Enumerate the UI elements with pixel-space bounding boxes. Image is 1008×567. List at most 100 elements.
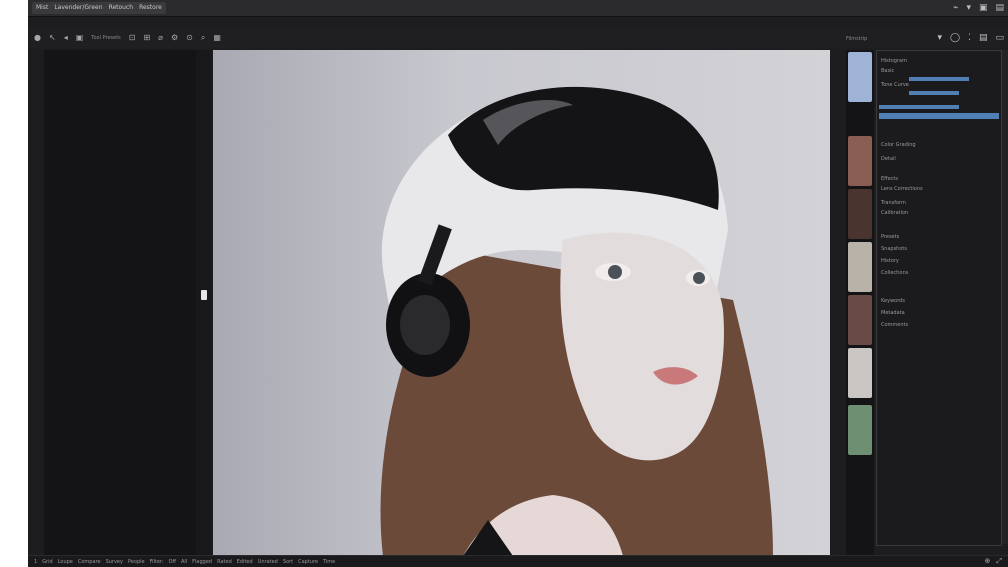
status-item[interactable]: Capture	[298, 557, 318, 567]
panel-row[interactable]: Calibration	[877, 209, 999, 217]
status-item[interactable]: People	[128, 557, 145, 567]
settings-icon[interactable]: ⚙	[171, 31, 178, 45]
status-item[interactable]: Compare	[78, 557, 101, 567]
left-iris	[608, 265, 622, 279]
panel-row[interactable]: History	[877, 257, 999, 265]
layer-icon[interactable]: ▦	[213, 31, 221, 45]
plugin-icon[interactable]: ⌁	[953, 2, 958, 14]
tool-list: ● ↖ ◂ ▣ Tool Presets ⊡ ⊞ ⌀ ⚙ ⊙ ⌕ ▦	[34, 31, 221, 45]
portrait-thumbnail[interactable]	[848, 242, 872, 292]
menu-item[interactable]: Retouch	[109, 2, 134, 14]
develop-panel: Histogram Basic Tone Curve Color Grading…	[876, 50, 1002, 546]
status-item[interactable]: Off	[169, 557, 176, 567]
window-icon[interactable]: ▣	[979, 2, 988, 14]
landscape-thumbnail[interactable]	[848, 405, 872, 455]
zoom-icon[interactable]: ⊕	[985, 556, 991, 567]
splitter-handle[interactable]	[201, 290, 207, 300]
slider-fill[interactable]	[909, 91, 959, 95]
status-item[interactable]: All	[181, 557, 187, 567]
panel-row-label: Tone Curve	[881, 82, 909, 88]
panel-row-label: Transform	[881, 200, 906, 206]
status-item[interactable]: Time	[323, 557, 335, 567]
panel-row[interactable]: Basic	[877, 67, 999, 75]
portrait-thumbnail[interactable]	[848, 295, 872, 345]
circle-icon[interactable]: ◯	[950, 31, 960, 45]
status-item[interactable]: 1	[34, 557, 37, 567]
layout-icon[interactable]: ▤	[979, 31, 988, 45]
brush-icon[interactable]: ↖	[49, 31, 56, 45]
menu-item[interactable]: Lavender/Green	[54, 2, 102, 14]
portrait-thumbnail[interactable]	[848, 348, 872, 398]
filter-icon[interactable]: ⊙	[186, 31, 193, 45]
status-item[interactable]: Rated	[217, 557, 232, 567]
status-right: ⊕ ⤢	[985, 556, 1002, 567]
selection-icon[interactable]: ◂	[64, 31, 68, 45]
minimize-icon[interactable]: ▾	[966, 2, 971, 14]
status-item[interactable]: Unrated	[258, 557, 278, 567]
filmstrip-label: Filmstrip	[846, 36, 868, 42]
status-item[interactable]: Survey	[106, 557, 123, 567]
status-items: 1 Grid Loupe Compare Survey People Filte…	[34, 557, 335, 567]
status-item[interactable]: Sort	[283, 557, 293, 567]
panel-row[interactable]: Tone Curve	[877, 81, 999, 89]
portrait-thumbnail[interactable]	[848, 52, 872, 102]
panel-row[interactable]: Transform	[877, 199, 999, 207]
panel-row-label: Color Grading	[881, 142, 916, 148]
vertical-scrollbar[interactable]	[1002, 50, 1008, 544]
panel-row[interactable]: Comments	[877, 321, 999, 329]
panel-row[interactable]: Lens Corrections	[877, 185, 999, 193]
panel-splitter[interactable]	[196, 50, 212, 555]
window-controls: ⌁ ▾ ▣ ▤	[953, 2, 1004, 14]
close-icon[interactable]: ▤	[995, 2, 1004, 14]
tool-presets-label[interactable]: Tool Presets	[91, 31, 121, 45]
photo-editor-window: Mist Lavender/Green Retouch Restore ⌁ ▾ …	[28, 0, 1008, 567]
panel-row-label: Basic	[881, 68, 895, 74]
right-iris	[693, 272, 705, 284]
panel-row[interactable]: Snapshots	[877, 245, 999, 253]
panel-row-label: History	[881, 258, 899, 264]
status-item[interactable]: Grid	[42, 557, 53, 567]
panel-row-label: Presets	[881, 234, 900, 240]
image-canvas[interactable]	[213, 50, 830, 556]
panel-row-label: Histogram	[881, 58, 907, 64]
status-item[interactable]: Edited	[237, 557, 253, 567]
panel-row[interactable]: Color Grading	[877, 141, 999, 149]
lasso-icon[interactable]: ⌀	[158, 31, 163, 45]
panel-row[interactable]: Histogram	[877, 57, 999, 65]
slider-fill[interactable]	[879, 105, 959, 109]
dropdown-icon[interactable]: ▾	[937, 31, 942, 45]
panel-row[interactable]: Keywords	[877, 297, 999, 305]
status-bar: 1 Grid Loupe Compare Survey People Filte…	[28, 555, 1008, 567]
menu-item[interactable]: Mist	[36, 2, 48, 14]
menu-item[interactable]: Restore	[139, 2, 162, 14]
portrait-image	[380, 86, 773, 556]
grid-icon[interactable]: ⊡	[129, 31, 136, 45]
panel-icon[interactable]: ▭	[995, 31, 1004, 45]
panel-row[interactable]: Detail	[877, 155, 999, 163]
panel-row-label: Effects	[881, 176, 898, 182]
panel-row[interactable]: Collections	[877, 269, 999, 277]
crop-icon[interactable]: ⊞	[143, 31, 150, 45]
panel-row-label: Detail	[881, 156, 896, 162]
dots-icon[interactable]: ⁚	[968, 31, 971, 45]
portrait-thumbnail[interactable]	[848, 189, 872, 239]
progress-bar	[879, 113, 999, 119]
panel-row-label: Metadata	[881, 310, 905, 316]
panel-row[interactable]: Metadata	[877, 309, 999, 317]
panel-row-label: Snapshots	[881, 246, 907, 252]
left-panel	[44, 50, 197, 555]
menu-bar: Mist Lavender/Green Retouch Restore	[32, 2, 166, 14]
status-item[interactable]: Flagged	[192, 557, 212, 567]
panel-row-label: Keywords	[881, 298, 905, 304]
frame-icon[interactable]: ▣	[76, 31, 84, 45]
panel-row-label: Collections	[881, 270, 909, 276]
portrait-thumbnail[interactable]	[848, 136, 872, 186]
fit-icon[interactable]: ⤢	[996, 556, 1002, 567]
zoom-icon[interactable]: ⌕	[201, 31, 205, 45]
panel-row[interactable]: Presets	[877, 233, 999, 241]
move-icon[interactable]: ●	[34, 31, 41, 45]
panel-row[interactable]: Effects	[877, 175, 999, 183]
filmstrip-panel: Filmstrip	[846, 36, 874, 560]
status-item[interactable]: Loupe	[58, 557, 73, 567]
panel-row-label: Calibration	[881, 210, 909, 216]
